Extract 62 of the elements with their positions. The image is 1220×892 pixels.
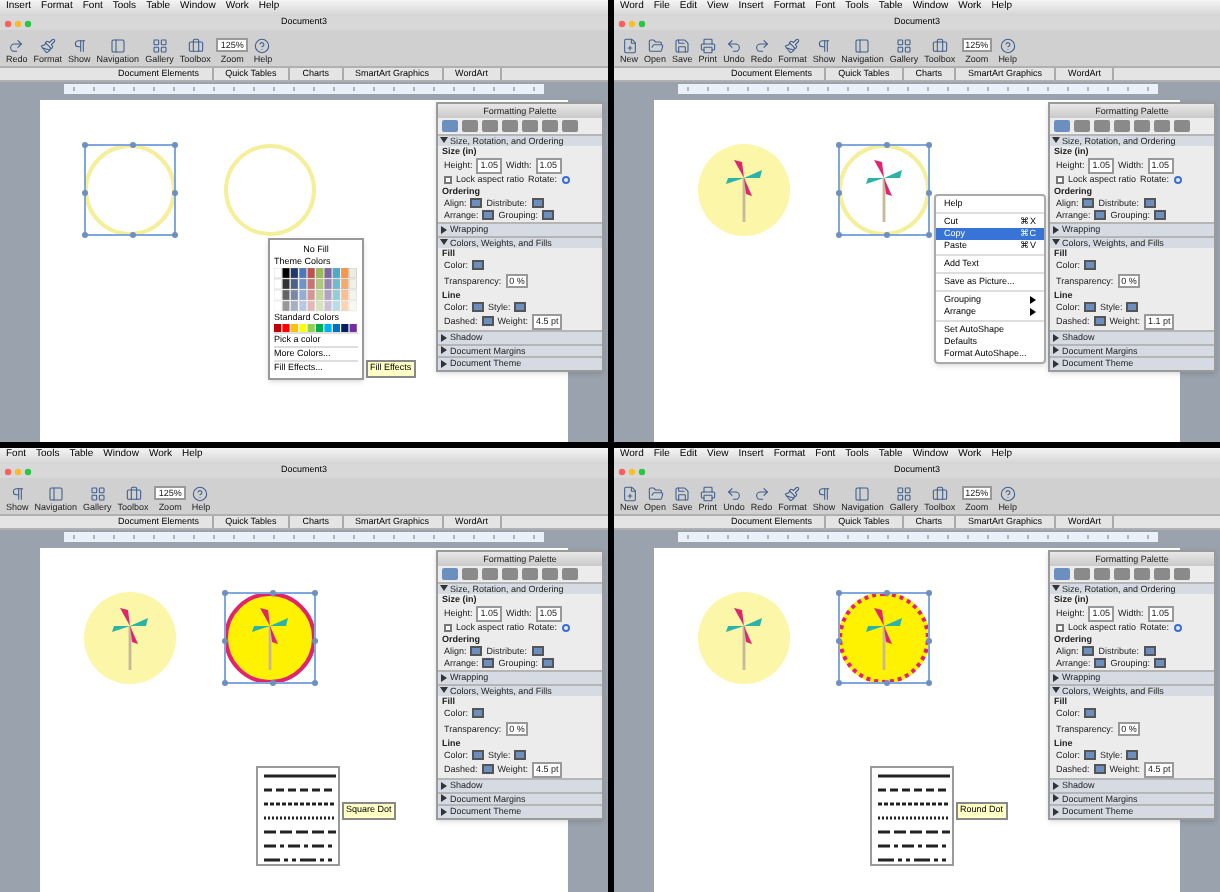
- line-style-list[interactable]: [256, 766, 340, 866]
- pilcrow-icon: [71, 38, 88, 54]
- option-icon[interactable]: [1084, 260, 1097, 271]
- pilcrow-icon: [815, 38, 832, 54]
- option-icon[interactable]: [1126, 749, 1139, 760]
- theme-color-grid: [274, 268, 358, 312]
- folder-icon: [647, 38, 664, 54]
- rotate-icon[interactable]: [561, 623, 570, 632]
- save-icon: [674, 486, 691, 502]
- checkbox[interactable]: [444, 175, 452, 184]
- help-icon: [999, 486, 1016, 502]
- grid-icon: [896, 38, 913, 54]
- pinwheel-drawing: [862, 158, 906, 222]
- pilcrow-icon: [815, 486, 832, 502]
- checkbox[interactable]: [1056, 623, 1064, 632]
- option-icon[interactable]: [472, 708, 485, 719]
- sidebar-icon: [109, 38, 126, 54]
- printer-icon: [699, 38, 716, 54]
- pinwheel-drawing: [108, 606, 152, 670]
- line-style-list[interactable]: [870, 766, 954, 866]
- briefcase-icon: [187, 38, 204, 54]
- option-icon[interactable]: [514, 301, 527, 312]
- grid-icon: [896, 486, 913, 502]
- option-icon[interactable]: [472, 260, 485, 271]
- paintbrush-icon: [39, 38, 56, 54]
- sidebar-icon: [854, 38, 871, 54]
- pilcrow-icon: [9, 486, 26, 502]
- pinwheel-drawing: [722, 158, 766, 222]
- pinwheel-drawing: [862, 606, 906, 670]
- new-document-icon: [621, 486, 637, 502]
- checkbox[interactable]: [444, 623, 452, 632]
- option-icon[interactable]: [1084, 708, 1097, 719]
- rotate-icon[interactable]: [1173, 623, 1182, 632]
- redo-icon: [8, 38, 25, 54]
- standard-color-row: [274, 324, 358, 332]
- rotate-icon[interactable]: [1173, 175, 1182, 184]
- briefcase-icon: [125, 486, 142, 502]
- new-document-icon: [621, 38, 637, 54]
- help-icon: [254, 38, 271, 54]
- briefcase-icon: [931, 38, 948, 54]
- option-icon[interactable]: [514, 749, 527, 760]
- redo-icon: [753, 486, 770, 502]
- paintbrush-icon: [784, 486, 801, 502]
- help-icon: [192, 486, 209, 502]
- undo-icon: [725, 38, 742, 54]
- sidebar-icon: [854, 486, 871, 502]
- sidebar-icon: [47, 486, 64, 502]
- briefcase-icon: [931, 486, 948, 502]
- printer-icon: [699, 486, 716, 502]
- redo-icon: [753, 38, 770, 54]
- pinwheel-drawing: [248, 606, 292, 670]
- folder-icon: [647, 486, 664, 502]
- help-icon: [999, 38, 1016, 54]
- rotate-icon[interactable]: [561, 175, 570, 184]
- grid-icon: [89, 486, 106, 502]
- paintbrush-icon: [784, 38, 801, 54]
- checkbox[interactable]: [1056, 175, 1064, 184]
- pinwheel-drawing: [722, 606, 766, 670]
- save-icon: [674, 38, 691, 54]
- grid-icon: [151, 38, 168, 54]
- undo-icon: [725, 486, 742, 502]
- option-icon[interactable]: [1126, 301, 1139, 312]
